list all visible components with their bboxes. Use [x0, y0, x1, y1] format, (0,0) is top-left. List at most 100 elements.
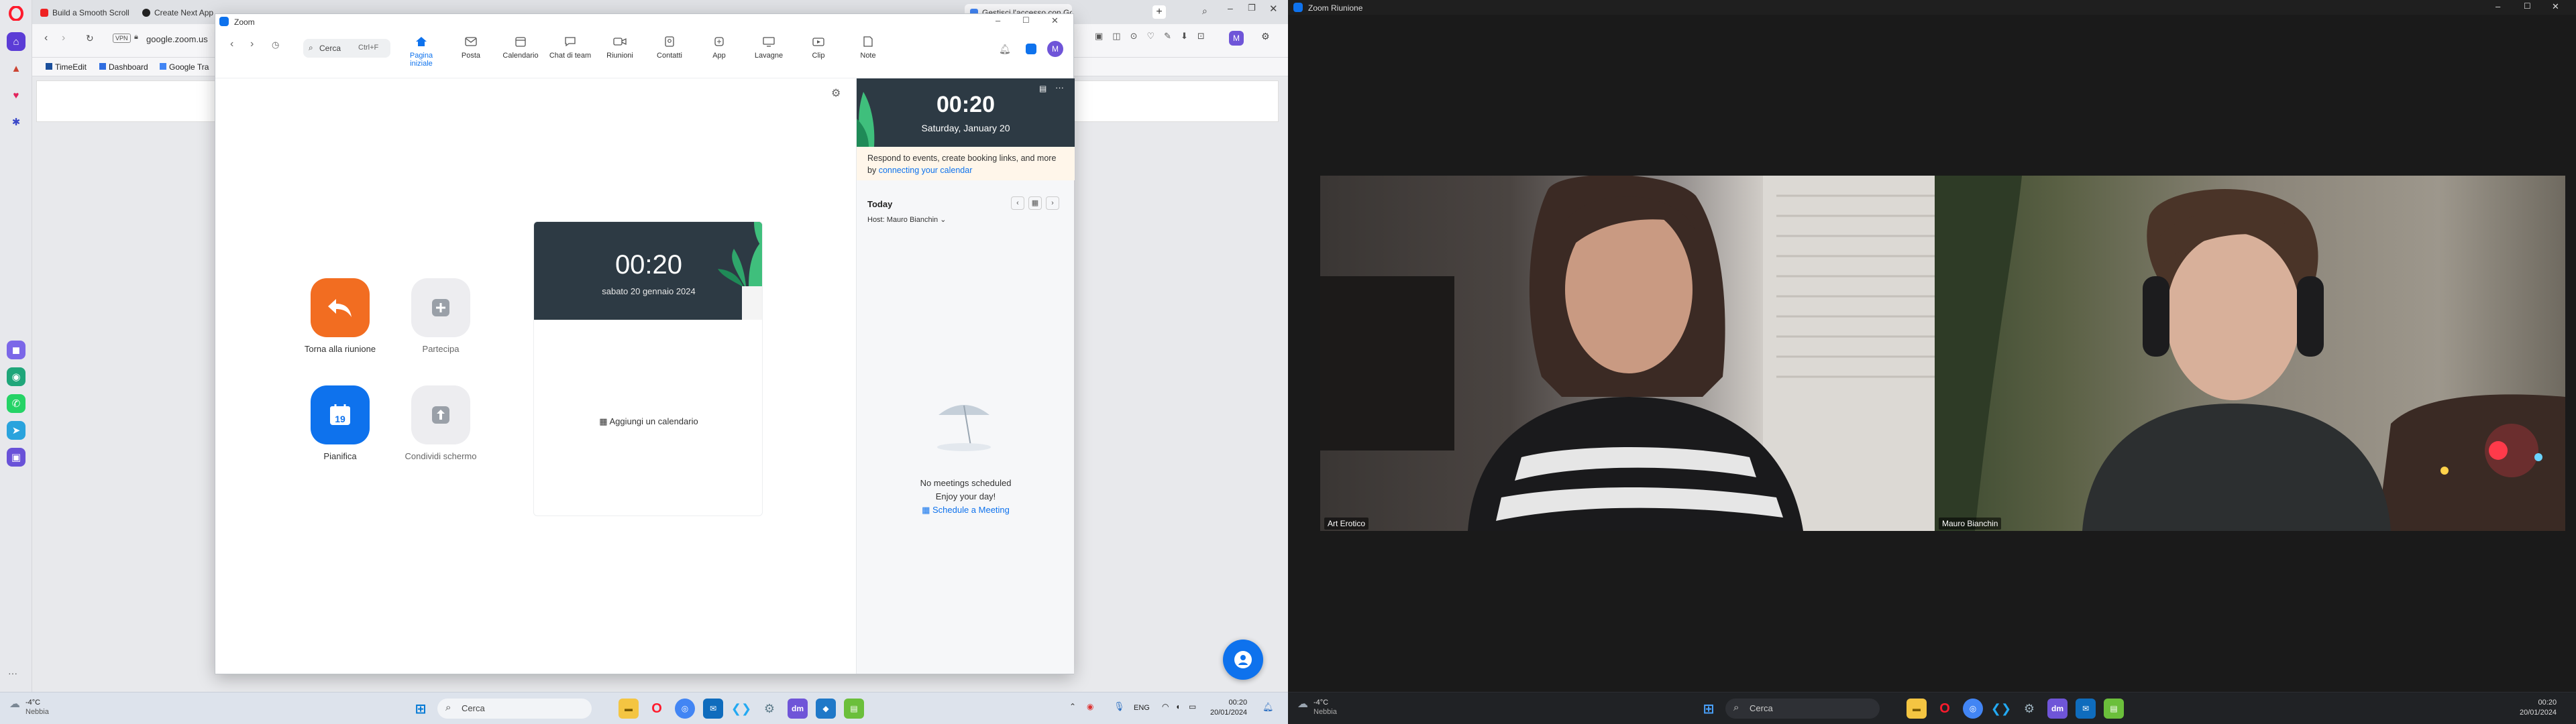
- user-avatar[interactable]: M: [1047, 41, 1063, 57]
- settings-gear-icon[interactable]: ⚙: [831, 86, 841, 100]
- bookmark-timeedit[interactable]: TimeEdit: [46, 62, 87, 72]
- join-button[interactable]: [411, 278, 470, 337]
- clock[interactable]: 00:20 20/01/2024: [2520, 698, 2557, 718]
- profile-avatar[interactable]: M: [1229, 31, 1244, 46]
- tab-mail[interactable]: Posta: [447, 36, 494, 60]
- settings-icon[interactable]: ⚙: [1261, 31, 1270, 42]
- back-icon[interactable]: ‹: [230, 38, 233, 50]
- chrome-taskbar-icon[interactable]: ◎: [1963, 699, 1983, 719]
- search-icon[interactable]: ⌕: [1202, 5, 1208, 17]
- prev-day-button[interactable]: ‹: [1011, 196, 1024, 210]
- green-app-taskbar-icon[interactable]: ▤: [844, 699, 864, 719]
- outlook-taskbar-icon[interactable]: ✉: [2076, 699, 2096, 719]
- add-calendar-link[interactable]: ▦ Aggiungi un calendario: [534, 416, 762, 427]
- back-icon[interactable]: ‹: [44, 32, 48, 44]
- tab-whiteboards[interactable]: Lavagne: [745, 36, 792, 60]
- tray-chevron-icon[interactable]: ⌃: [1069, 702, 1076, 711]
- host-filter-dropdown[interactable]: Host: Mauro Bianchin ⌄: [867, 215, 946, 224]
- browser-tab[interactable]: Build a Smooth Scroll: [35, 4, 136, 21]
- calendar-picker-button[interactable]: ▦: [1028, 196, 1042, 210]
- maximize-button[interactable]: ☐: [1022, 15, 1030, 25]
- sidebar-telegram-icon[interactable]: ➤: [7, 421, 25, 440]
- return-button[interactable]: [311, 278, 370, 337]
- minimize-button[interactable]: –: [1228, 3, 1233, 13]
- schedule-button[interactable]: 19: [311, 385, 370, 444]
- windows-start-icon[interactable]: ⊞: [1699, 699, 1719, 719]
- vscode-taskbar-icon[interactable]: ❮❯: [731, 699, 751, 719]
- sidebar-app-2-icon[interactable]: ◉: [7, 367, 25, 386]
- close-button[interactable]: ✕: [2552, 1, 2559, 12]
- more-options-icon[interactable]: ···: [1055, 82, 1064, 93]
- file-explorer-icon[interactable]: ▬: [619, 699, 639, 719]
- chrome-taskbar-icon[interactable]: ◎: [675, 699, 695, 719]
- assistant-button[interactable]: [1223, 640, 1263, 680]
- tab-notes[interactable]: Note: [845, 36, 892, 60]
- bookmark-google-translate[interactable]: Google Tra: [160, 62, 209, 72]
- reload-icon[interactable]: ↻: [86, 33, 94, 44]
- join-action[interactable]: Partecipa: [394, 278, 488, 354]
- forward-icon[interactable]: ›: [250, 38, 254, 50]
- restore-button[interactable]: ❐: [1248, 3, 1256, 13]
- url-field[interactable]: google.zoom.us: [146, 34, 208, 44]
- bookmark-dashboard[interactable]: Dashboard: [99, 62, 148, 72]
- settings-taskbar-icon[interactable]: ⚙: [2019, 699, 2039, 719]
- notification-bell-icon[interactable]: 🔔︎: [1263, 702, 1274, 713]
- close-button[interactable]: ✕: [1051, 15, 1059, 26]
- zoom-search-input[interactable]: ⌕ Cerca Ctrl+F: [303, 39, 390, 58]
- sidebar-app-3-icon[interactable]: ▣: [7, 448, 25, 467]
- tab-contacts[interactable]: Contatti: [646, 36, 693, 60]
- calendar-toggle-icon[interactable]: ▤: [1039, 84, 1046, 93]
- green-app-taskbar-icon[interactable]: ▤: [2104, 699, 2124, 719]
- settings-taskbar-icon[interactable]: ⚙: [759, 699, 780, 719]
- tab-calendar[interactable]: Calendario: [497, 36, 544, 60]
- close-button[interactable]: ✕: [1269, 3, 1278, 15]
- bell-icon[interactable]: 🔔︎: [999, 44, 1011, 55]
- language-indicator[interactable]: ENG: [1134, 704, 1150, 712]
- vscode-taskbar-icon[interactable]: ❮❯: [1991, 699, 2011, 719]
- sidebar-more-button[interactable]: ···: [8, 668, 17, 678]
- clock[interactable]: 00:20 20/01/2024: [1210, 698, 1247, 718]
- minimize-button[interactable]: –: [996, 15, 1000, 25]
- maximize-button[interactable]: ☐: [2524, 1, 2531, 11]
- app-taskbar-icon[interactable]: dm: [2047, 699, 2068, 719]
- taskbar-search[interactable]: ⌕ Cerca: [437, 699, 592, 719]
- battery-icon[interactable]: ▭: [1189, 702, 1196, 711]
- participant-video-tile[interactable]: Art Erotico: [1320, 176, 1951, 531]
- weather-widget[interactable]: ☁ -4°C Nebbia: [1297, 698, 1337, 717]
- volume-icon[interactable]: ◖: [1175, 702, 1180, 711]
- connect-calendar-link[interactable]: connecting your calendar: [879, 166, 973, 175]
- weather-widget[interactable]: ☁ -4°C Nebbia: [9, 698, 49, 717]
- outlook-taskbar-icon[interactable]: ✉: [703, 699, 723, 719]
- schedule-meeting-link[interactable]: ▦ Schedule a Meeting: [857, 505, 1075, 516]
- share-screen-button[interactable]: [411, 385, 470, 444]
- file-explorer-icon[interactable]: ▬: [1907, 699, 1927, 719]
- microphone-icon[interactable]: 🎙︎: [1114, 701, 1125, 712]
- mail-taskbar-icon[interactable]: ◆: [816, 699, 836, 719]
- tab-meetings[interactable]: Riunioni: [596, 36, 643, 60]
- opera-taskbar-icon[interactable]: O: [647, 699, 667, 719]
- sidebar-messenger-icon[interactable]: ⌂: [7, 32, 25, 51]
- tab-apps[interactable]: App: [696, 36, 743, 60]
- schedule-action[interactable]: 19 Pianifica: [293, 385, 387, 461]
- sidebar-stats-icon[interactable]: ▲: [7, 59, 25, 78]
- share-screen-action[interactable]: Condividi schermo: [394, 385, 488, 461]
- zoom-badge-icon[interactable]: [1026, 44, 1036, 54]
- tab-clips[interactable]: Clip: [795, 36, 842, 60]
- sidebar-whatsapp-icon[interactable]: ✆: [7, 394, 25, 413]
- tray-app-icon[interactable]: ◉: [1087, 702, 1093, 711]
- return-to-meeting-action[interactable]: Torna alla riunione: [293, 278, 387, 354]
- vpn-badge[interactable]: VPN: [113, 34, 131, 43]
- sidebar-extension-icon[interactable]: ✱: [7, 113, 25, 131]
- history-icon[interactable]: ◷: [272, 40, 279, 50]
- participant-video-tile[interactable]: Mauro Bianchin: [1935, 176, 2565, 531]
- sidebar-app-1-icon[interactable]: ◼: [7, 341, 25, 359]
- opera-taskbar-icon[interactable]: O: [1935, 699, 1955, 719]
- forward-icon[interactable]: ›: [62, 32, 65, 44]
- opera-logo-icon[interactable]: [7, 4, 25, 23]
- taskbar-search[interactable]: ⌕ Cerca: [1725, 699, 1880, 719]
- app-taskbar-icon[interactable]: dm: [788, 699, 808, 719]
- windows-start-icon[interactable]: ⊞: [411, 699, 431, 719]
- next-day-button[interactable]: ›: [1046, 196, 1059, 210]
- tab-team-chat[interactable]: Chat di team: [547, 36, 594, 60]
- minimize-button[interactable]: –: [2496, 1, 2500, 11]
